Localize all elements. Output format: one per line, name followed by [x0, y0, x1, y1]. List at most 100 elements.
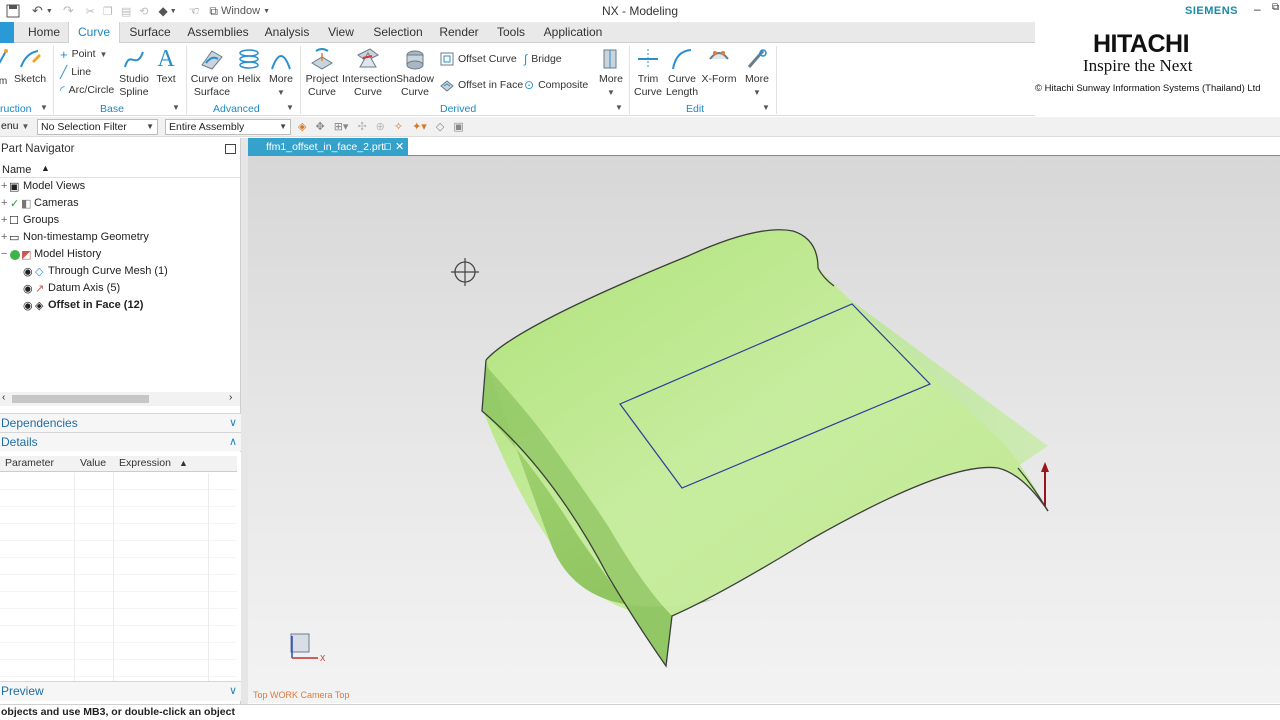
- tree-node[interactable]: ◉ ◇ Through Curve Mesh (1): [0, 264, 240, 281]
- tab-render[interactable]: Render: [436, 22, 482, 43]
- tab-tools[interactable]: Tools: [492, 22, 530, 43]
- tab-home[interactable]: Home: [20, 22, 68, 43]
- line-icon: ╱: [60, 65, 68, 79]
- tree-node[interactable]: + ▣ Model Views: [0, 179, 240, 196]
- tree-node[interactable]: ◉ ◈ Offset in Face (12): [0, 298, 240, 315]
- intersection-curve-button[interactable]: Intersection Curve: [342, 47, 396, 99]
- group-derived-label: Derived: [440, 103, 477, 115]
- eye-icon[interactable]: ◉: [23, 282, 33, 295]
- tab-surface[interactable]: Surface: [122, 22, 178, 43]
- shadow-curve-button[interactable]: Shadow Curve: [396, 47, 434, 99]
- derived-more-button[interactable]: More ▼: [596, 47, 626, 99]
- column-value[interactable]: Value: [75, 456, 114, 472]
- expand-icon[interactable]: +: [1, 197, 7, 209]
- deselect-icon[interactable]: ✣: [357, 120, 366, 133]
- edit-more-icon: [747, 49, 767, 68]
- curve-length-button[interactable]: Curve Length: [664, 47, 700, 99]
- svg-text:X: X: [320, 654, 326, 663]
- point-button[interactable]: + Point ▼: [60, 47, 107, 62]
- graphics-viewport[interactable]: X Top WORK Camera Top: [248, 156, 1280, 703]
- chevron-down-icon[interactable]: ▼: [286, 103, 294, 112]
- tree-node[interactable]: + ☐ Groups: [0, 213, 240, 230]
- dependencies-panel-header[interactable]: Dependencies ∨: [0, 413, 241, 432]
- tab-curve[interactable]: Curve: [68, 22, 120, 44]
- scroll-right-icon[interactable]: ›: [229, 392, 232, 403]
- file-tab[interactable]: [0, 22, 14, 43]
- scroll-left-icon[interactable]: ‹: [2, 392, 5, 403]
- snap-filter-icon[interactable]: ✦▾: [412, 120, 427, 133]
- tree-node[interactable]: ◉ ↗ Datum Axis (5): [0, 281, 240, 298]
- tree-node[interactable]: + ✓ ◧ Cameras: [0, 196, 240, 213]
- tab-assemblies[interactable]: Assemblies: [182, 22, 254, 43]
- preview-panel-header[interactable]: Preview ∨: [0, 681, 241, 701]
- snap-point-icon[interactable]: ⊕: [376, 120, 385, 133]
- composite-button[interactable]: ⊙ Composite: [524, 78, 588, 92]
- text-button[interactable]: A Text: [154, 47, 178, 86]
- tab-view[interactable]: View: [322, 22, 360, 43]
- lasso-icon[interactable]: ✧: [394, 120, 403, 133]
- selection-filter-dropdown[interactable]: No Selection Filter ▼: [37, 119, 158, 135]
- studio-spline-button[interactable]: Studio Spline: [116, 47, 152, 99]
- expand-icon[interactable]: +: [1, 180, 7, 192]
- chevron-down-icon[interactable]: ▼: [40, 103, 48, 112]
- panel-splitter[interactable]: [241, 138, 248, 704]
- collapse-icon[interactable]: −: [1, 248, 7, 260]
- model-canvas[interactable]: X: [248, 156, 1280, 703]
- model-views-icon: ▣: [9, 181, 20, 193]
- pin-icon[interactable]: ⧠: [384, 138, 391, 156]
- arc-circle-button[interactable]: ◜ Arc/Circle: [60, 83, 114, 97]
- menu-dropdown[interactable]: enu ▼: [1, 120, 29, 132]
- details-panel-header[interactable]: Details ∧: [0, 432, 241, 451]
- column-expression[interactable]: Expression ▲: [114, 456, 237, 472]
- offset-curve-button[interactable]: Offset Curve: [440, 52, 517, 66]
- tree-node[interactable]: − ◩ Model History: [0, 247, 240, 264]
- sketch-button[interactable]: Sketch: [14, 47, 46, 86]
- selection-scope-dropdown[interactable]: Entire Assembly ▼: [165, 119, 291, 135]
- chevron-down-icon[interactable]: ∨: [229, 682, 237, 700]
- expand-icon[interactable]: +: [1, 231, 7, 243]
- tab-analysis[interactable]: Analysis: [258, 22, 316, 43]
- trim-curve-button[interactable]: Trim Curve: [632, 47, 664, 99]
- tree-node-label: Through Curve Mesh (1): [48, 265, 168, 277]
- curve-on-surface-button[interactable]: Curve on Surface: [190, 47, 234, 99]
- check-icon[interactable]: ✓: [10, 197, 19, 210]
- chevron-down-icon[interactable]: ▼: [615, 103, 623, 112]
- sort-ascending-icon[interactable]: ▲: [41, 163, 50, 173]
- navigator-column-header[interactable]: Name ▲: [0, 162, 240, 178]
- select-all-icon[interactable]: ⊞▾: [334, 120, 349, 133]
- helix-button[interactable]: Helix: [236, 47, 262, 86]
- advanced-more-button[interactable]: More ▼: [266, 47, 296, 99]
- expand-icon[interactable]: +: [1, 214, 7, 226]
- chevron-down-icon[interactable]: ∨: [229, 414, 237, 432]
- navigator-scrollbar[interactable]: ‹ ›: [0, 392, 240, 406]
- x-form-button[interactable]: X-Form: [700, 47, 738, 86]
- restore-icon[interactable]: ⧉: [1272, 2, 1279, 13]
- minimize-icon[interactable]: –: [1254, 2, 1261, 16]
- chevron-up-icon[interactable]: ∧: [229, 433, 237, 451]
- column-name[interactable]: Name: [2, 164, 31, 176]
- chevron-down-icon[interactable]: ▼: [172, 103, 180, 112]
- scrollbar-thumb[interactable]: [12, 395, 149, 403]
- tree-node-label: Model History: [34, 248, 102, 260]
- tree-node[interactable]: + ▭ Non-timestamp Geometry: [0, 230, 240, 247]
- eye-icon[interactable]: ◉: [23, 299, 33, 312]
- document-tab[interactable]: ffm1_offset_in_face_2.prt ⧠ ✕: [248, 138, 408, 156]
- select-feature-icon[interactable]: ◈: [298, 120, 306, 133]
- tab-selection[interactable]: Selection: [368, 22, 428, 43]
- select-face-icon[interactable]: ◇: [436, 120, 444, 133]
- offset-in-face-button[interactable]: Offset in Face: [440, 78, 523, 92]
- select-body-icon[interactable]: ✥: [315, 120, 324, 133]
- status-icon: [10, 250, 20, 260]
- maximize-panel-icon[interactable]: [225, 144, 236, 154]
- construction-partial-button[interactable]: m: [0, 47, 12, 88]
- line-button[interactable]: ╱ Line: [60, 65, 91, 79]
- tab-application[interactable]: Application: [540, 22, 606, 43]
- project-curve-button[interactable]: Project Curve: [302, 47, 342, 99]
- select-solid-icon[interactable]: ▣: [453, 120, 463, 133]
- eye-icon[interactable]: ◉: [23, 265, 33, 278]
- close-icon[interactable]: ✕: [395, 138, 404, 156]
- chevron-down-icon[interactable]: ▼: [762, 103, 770, 112]
- bridge-button[interactable]: ∫ Bridge: [524, 52, 562, 66]
- column-parameter[interactable]: Parameter: [0, 456, 75, 472]
- edit-more-button[interactable]: More ▼: [742, 47, 772, 99]
